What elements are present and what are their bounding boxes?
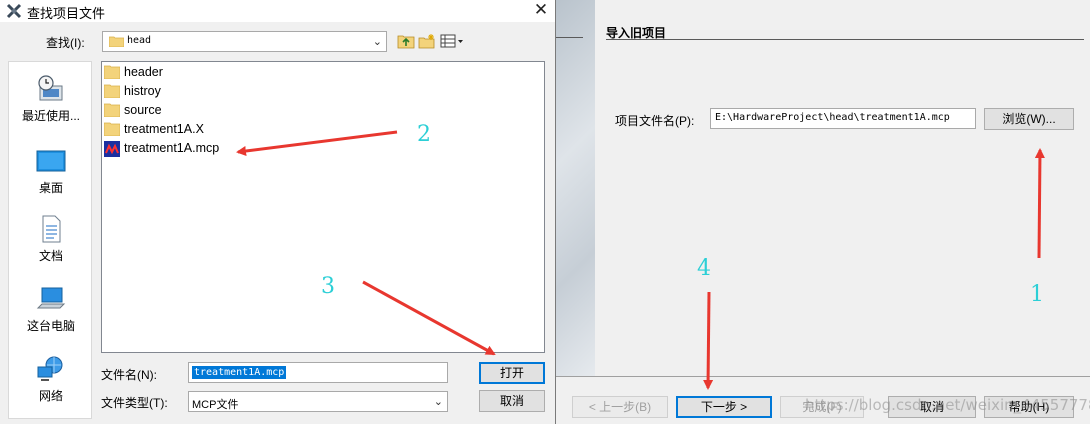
file-item-label: histroy	[124, 84, 161, 98]
file-item-label: header	[124, 65, 163, 79]
back-button[interactable]: < 上一步(B)	[572, 396, 668, 418]
browse-button[interactable]: 浏览(W)...	[984, 108, 1074, 130]
place-this-pc-label: 这台电脑	[26, 319, 75, 333]
step-number-3: 3	[321, 274, 335, 299]
place-documents[interactable]: 文档	[9, 214, 93, 264]
close-icon[interactable]: ✕	[531, 0, 551, 20]
wizard-bottom-divider	[555, 376, 1090, 377]
filename-label: 文件名(N):	[101, 368, 157, 382]
place-recent-label: 最近使用...	[21, 109, 80, 123]
dialog-title: 查找项目文件	[27, 6, 106, 21]
filename-input[interactable]: treatment1A.mcp	[188, 362, 448, 383]
place-this-pc[interactable]: 这台电脑	[9, 284, 93, 334]
folder-icon	[109, 36, 124, 47]
folder-icon	[104, 103, 120, 117]
desktop-icon	[36, 150, 66, 172]
open-button[interactable]: 打开	[479, 362, 545, 384]
documents-icon	[42, 215, 61, 243]
dialog-titlebar[interactable]: 查找项目文件 ✕	[0, 0, 555, 22]
place-desktop-label: 桌面	[38, 181, 63, 195]
chevron-down-icon: ⌄	[433, 396, 443, 408]
step-number-4: 4	[697, 256, 711, 281]
recent-places-icon	[38, 75, 63, 101]
file-item-label: source	[124, 103, 162, 117]
filetype-value: MCP文件	[192, 399, 239, 411]
this-pc-icon	[36, 287, 66, 309]
dialog-cancel-button[interactable]: 取消	[479, 390, 545, 412]
wizard-title-divider	[606, 39, 1084, 40]
wizard-side-graphic	[555, 0, 595, 376]
place-documents-label: 文档	[38, 249, 63, 263]
places-bar: 最近使用... 桌面 文档 这台电脑 网络	[8, 61, 92, 419]
app-icon	[6, 3, 22, 19]
file-item-label: treatment1A.mcp	[124, 141, 220, 155]
filename-value: treatment1A.mcp	[192, 366, 287, 379]
filetype-label: 文件类型(T):	[101, 396, 168, 410]
chevron-down-icon: ⌄	[372, 36, 382, 48]
mcp-file-icon	[104, 141, 120, 157]
wizard-divider-left	[555, 37, 583, 38]
folder-icon	[104, 65, 120, 79]
place-recent[interactable]: 最近使用...	[9, 74, 93, 124]
place-network-label: 网络	[38, 389, 63, 403]
file-item-label: treatment1A.X	[124, 122, 204, 136]
project-file-label: 项目文件名(P):	[615, 114, 695, 128]
look-in-label: 查找(I):	[46, 36, 85, 50]
step-number-2: 2	[417, 122, 431, 147]
new-folder-icon[interactable]	[418, 33, 436, 49]
look-in-value: head	[127, 35, 152, 46]
place-network[interactable]: 网络	[9, 354, 93, 404]
project-file-input[interactable]: E:\HardwareProject\head\treatment1A.mcp	[710, 108, 976, 129]
place-desktop[interactable]: 桌面	[9, 148, 93, 196]
up-folder-icon[interactable]	[397, 33, 415, 49]
find-project-file-dialog: 查找项目文件 ✕ 查找(I): head ⌄ 最近使用... 桌面 文档 这台电…	[0, 0, 556, 424]
folder-icon	[104, 122, 120, 136]
folder-icon	[104, 84, 120, 98]
network-icon	[37, 356, 63, 381]
watermark: https://blog.csdn.net/weixin_44557778	[805, 396, 1090, 414]
filetype-dropdown[interactable]: MCP文件 ⌄	[188, 391, 448, 412]
step-number-1: 1	[1030, 282, 1044, 307]
next-button[interactable]: 下一步 >	[676, 396, 772, 418]
view-menu-icon[interactable]	[440, 33, 464, 49]
file-list[interactable]: header histroy source treatment1A.X trea…	[101, 61, 545, 353]
look-in-dropdown[interactable]: head ⌄	[102, 31, 387, 52]
